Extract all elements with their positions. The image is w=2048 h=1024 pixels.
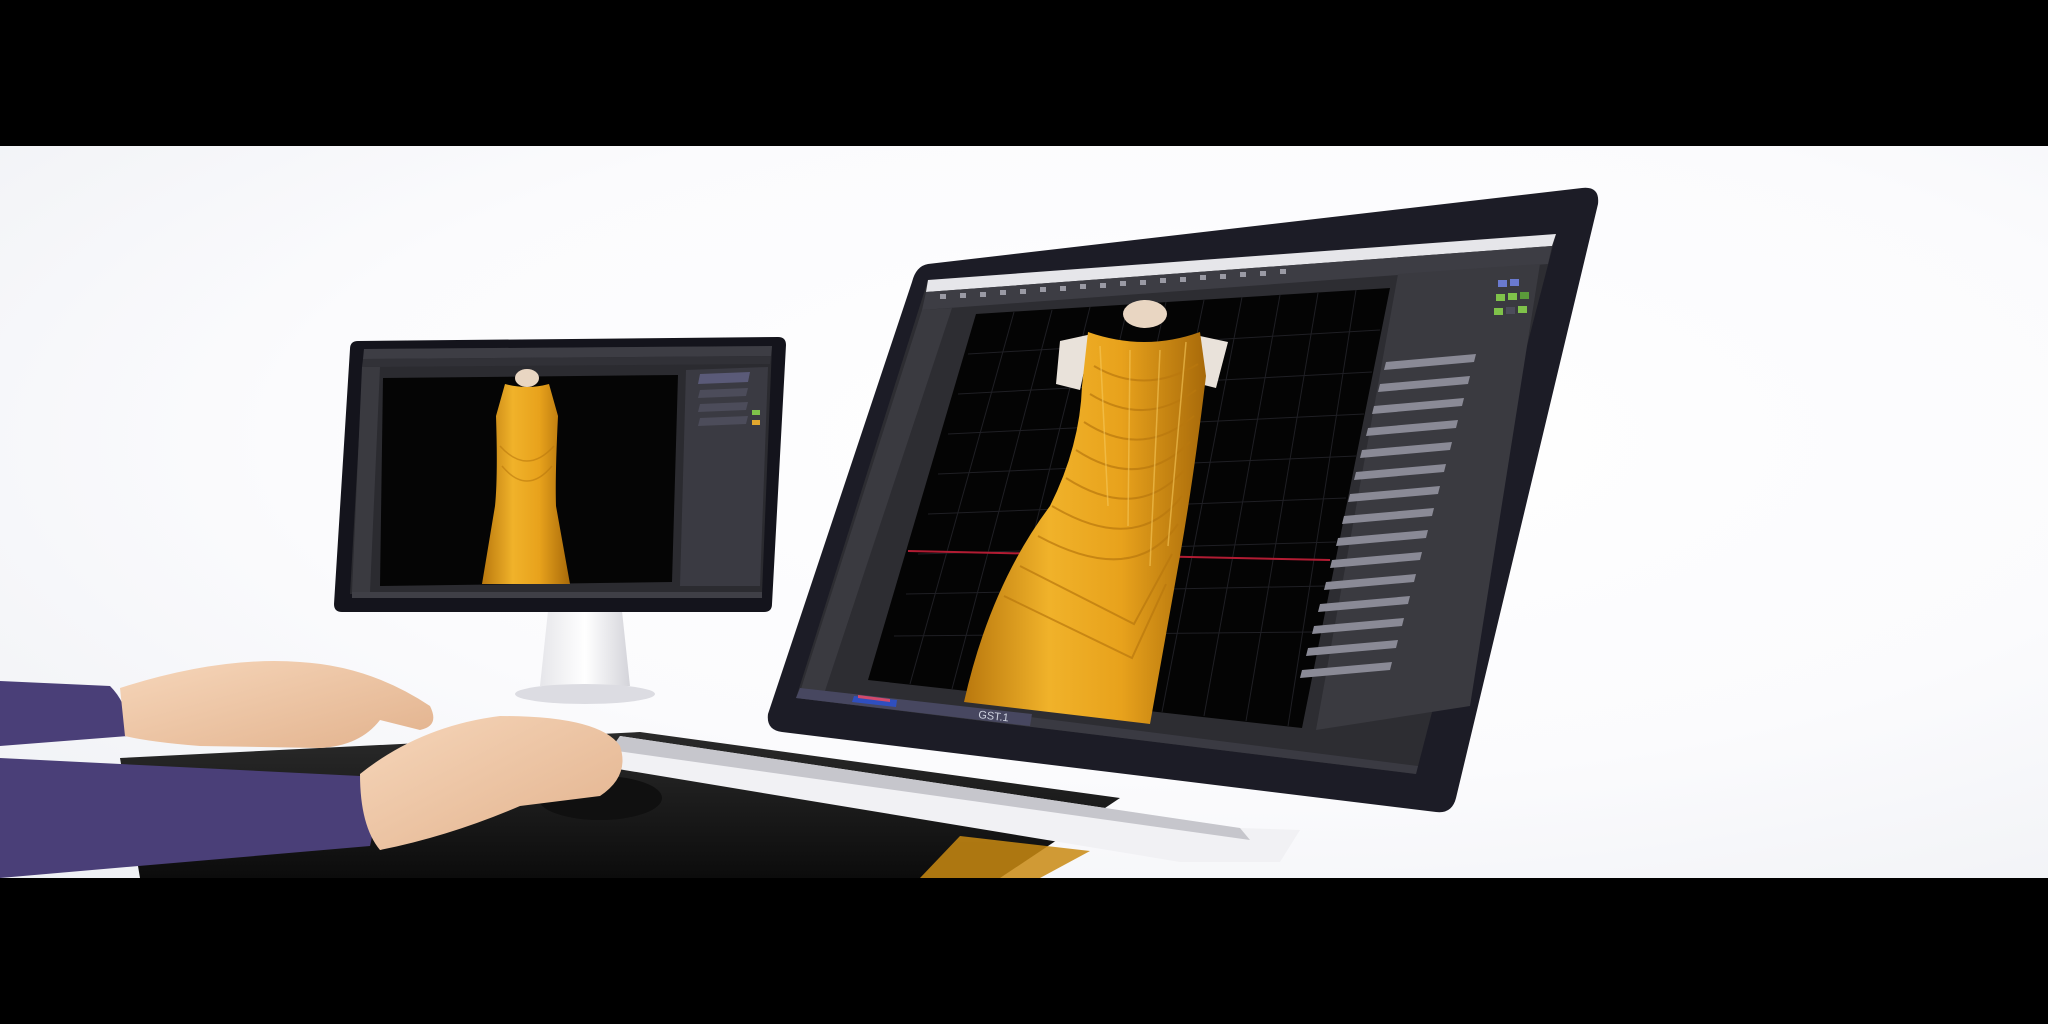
letterbox-bottom (0, 878, 2048, 1024)
left-hand (120, 661, 434, 748)
letterbox-top (0, 0, 2048, 146)
photo-scene: GST.1 (0, 146, 2048, 878)
small-monitor (334, 337, 786, 612)
scene-svg: GST.1 (0, 187, 1599, 878)
large-monitor: GST.1 (767, 187, 1599, 813)
small-right-panel (680, 367, 768, 586)
small-monitor-stand (515, 611, 655, 704)
sleeve-upper (0, 681, 129, 746)
